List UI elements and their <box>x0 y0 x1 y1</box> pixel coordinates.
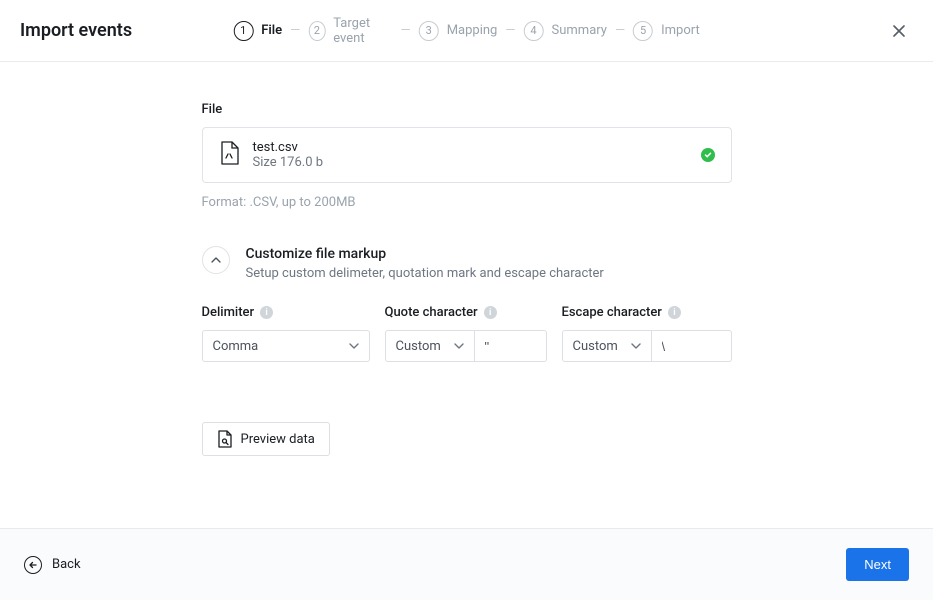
escape-select-value: Custom <box>573 339 618 354</box>
chevron-down-icon <box>349 343 359 349</box>
quote-input[interactable] <box>475 330 547 362</box>
step-separator: — <box>401 23 411 38</box>
step-label: Import <box>661 23 700 38</box>
step-number: 3 <box>419 21 439 41</box>
step-separator: — <box>290 23 300 38</box>
quote-select-value: Custom <box>396 339 441 354</box>
delimiter-select[interactable]: Comma <box>202 330 370 362</box>
escape-select[interactable]: Custom <box>562 330 652 362</box>
file-section-label: File <box>202 102 732 117</box>
info-icon[interactable]: i <box>484 306 497 319</box>
delimiter-value: Comma <box>213 339 259 354</box>
step-file[interactable]: 1 File <box>233 21 282 41</box>
file-info: test.csv Size 176.0 b <box>253 140 687 170</box>
chevron-up-icon <box>211 257 221 263</box>
quote-label-text: Quote character <box>385 305 478 320</box>
stepper: 1 File — 2 Target event — 3 Mapping — 4 … <box>233 16 700 46</box>
step-separator: — <box>505 23 515 38</box>
delimiter-select-row: Comma <box>202 330 370 362</box>
success-badge <box>701 148 715 162</box>
step-summary[interactable]: 4 Summary <box>524 21 607 41</box>
customize-section: Customize file markup Setup custom delim… <box>202 246 732 281</box>
preview-icon <box>217 430 233 448</box>
escape-select-row: Custom <box>562 330 732 362</box>
chevron-down-icon <box>631 343 641 349</box>
format-hint: Format: .CSV, up to 200MB <box>202 195 732 210</box>
controls-row: Delimiter i Comma Quote character i <box>202 305 732 362</box>
check-icon <box>704 151 712 159</box>
file-card[interactable]: test.csv Size 176.0 b <box>202 127 732 183</box>
step-separator: — <box>615 23 625 38</box>
step-number: 2 <box>308 21 325 41</box>
collapse-button[interactable] <box>202 246 230 274</box>
quote-group: Quote character i Custom <box>385 305 547 362</box>
back-button[interactable]: Back <box>24 556 81 574</box>
file-icon <box>219 141 239 169</box>
content: File test.csv Size 176.0 b Format: .CSV,… <box>0 62 933 456</box>
header: Import events 1 File — 2 Target event — … <box>0 0 933 62</box>
info-icon[interactable]: i <box>668 306 681 319</box>
step-label: Target event <box>333 16 392 46</box>
back-arrow-icon <box>24 556 42 574</box>
file-name: test.csv <box>253 140 687 155</box>
customize-header-text: Customize file markup Setup custom delim… <box>246 246 604 281</box>
quote-select-row: Custom <box>385 330 547 362</box>
step-mapping[interactable]: 3 Mapping <box>419 21 498 41</box>
escape-group: Escape character i Custom <box>562 305 732 362</box>
step-import[interactable]: 5 Import <box>633 21 700 41</box>
step-label: Mapping <box>447 23 498 38</box>
quote-label: Quote character i <box>385 305 547 320</box>
chevron-down-icon <box>454 343 464 349</box>
step-label: File <box>261 23 282 38</box>
file-size: Size 176.0 b <box>253 155 687 170</box>
step-label: Summary <box>552 23 607 38</box>
step-target-event[interactable]: 2 Target event <box>308 16 392 46</box>
preview-data-button[interactable]: Preview data <box>202 422 330 456</box>
quote-select[interactable]: Custom <box>385 330 475 362</box>
page-title: Import events <box>20 20 132 41</box>
info-icon[interactable]: i <box>260 306 273 319</box>
step-number: 4 <box>524 21 544 41</box>
step-number: 1 <box>233 21 253 41</box>
back-label: Back <box>52 557 81 572</box>
close-icon <box>892 24 906 38</box>
preview-label: Preview data <box>241 432 315 447</box>
escape-label: Escape character i <box>562 305 732 320</box>
next-button[interactable]: Next <box>846 548 909 581</box>
close-button[interactable] <box>885 17 913 45</box>
escape-label-text: Escape character <box>562 305 662 320</box>
customize-description: Setup custom delimeter, quotation mark a… <box>246 266 604 281</box>
step-number: 5 <box>633 21 653 41</box>
content-inner: File test.csv Size 176.0 b Format: .CSV,… <box>202 102 732 456</box>
delimiter-label: Delimiter i <box>202 305 370 320</box>
delimiter-group: Delimiter i Comma <box>202 305 370 362</box>
customize-title: Customize file markup <box>246 246 604 262</box>
delimiter-label-text: Delimiter <box>202 305 255 320</box>
escape-input[interactable] <box>652 330 732 362</box>
footer: Back Next <box>0 528 933 600</box>
